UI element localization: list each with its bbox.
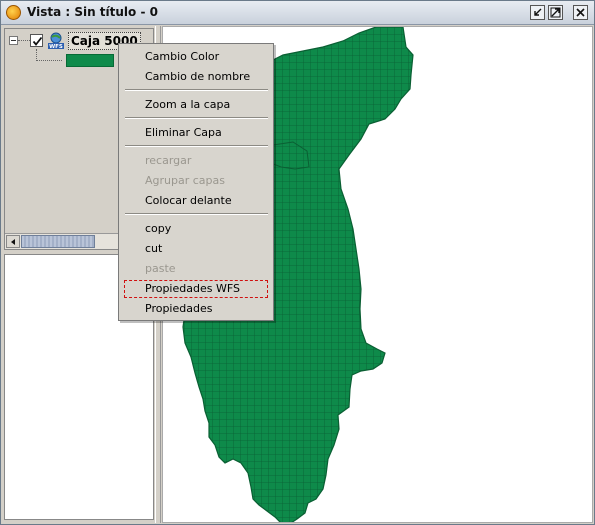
layer-context-menu: Cambio Color Cambio de nombre Zoom a la … bbox=[118, 43, 274, 321]
menu-item-copy[interactable]: copy bbox=[119, 219, 273, 239]
menu-item-eliminar-capa[interactable]: Eliminar Capa bbox=[119, 123, 273, 143]
iconify-icon[interactable] bbox=[530, 5, 545, 20]
menu-separator bbox=[125, 89, 268, 91]
title-bar[interactable]: Vista : Sin título - 0 bbox=[1, 1, 594, 25]
menu-item-cambio-color[interactable]: Cambio Color bbox=[119, 47, 273, 67]
view-window: Vista : Sin título - 0 WFS Caja 5000 Cam… bbox=[0, 0, 595, 525]
wfs-layer-icon: WFS bbox=[47, 32, 65, 50]
scroll-thumb[interactable] bbox=[21, 235, 95, 248]
layer-visibility-checkbox[interactable] bbox=[30, 34, 43, 47]
window-title: Vista : Sin título - 0 bbox=[27, 5, 158, 19]
tree-connector bbox=[36, 60, 62, 61]
menu-item-zoom-capa[interactable]: Zoom a la capa bbox=[119, 95, 273, 115]
menu-separator bbox=[125, 145, 268, 147]
tree-collapse-toggle[interactable] bbox=[9, 36, 18, 45]
maximize-icon[interactable] bbox=[548, 5, 563, 20]
menu-item-recargar: recargar bbox=[145, 154, 192, 167]
menu-separator bbox=[125, 213, 268, 215]
tree-connector bbox=[18, 40, 30, 41]
close-icon[interactable] bbox=[573, 5, 588, 20]
menu-item-cambio-nombre[interactable]: Cambio de nombre bbox=[119, 67, 273, 87]
layer-legend-swatch bbox=[66, 54, 114, 67]
menu-item-paste: paste bbox=[145, 262, 176, 275]
svg-text:WFS: WFS bbox=[49, 44, 63, 50]
menu-separator bbox=[125, 117, 268, 119]
menu-item-propiedades-wfs[interactable]: Propiedades WFS bbox=[123, 279, 269, 299]
scroll-left-icon[interactable] bbox=[6, 235, 20, 248]
gvsig-app-icon bbox=[6, 5, 21, 20]
menu-item-propiedades[interactable]: Propiedades bbox=[119, 299, 273, 319]
menu-item-agrupar-capas: Agrupar capas bbox=[145, 174, 225, 187]
menu-item-cut[interactable]: cut bbox=[119, 239, 273, 259]
menu-item-colocar-delante[interactable]: Colocar delante bbox=[119, 191, 273, 211]
